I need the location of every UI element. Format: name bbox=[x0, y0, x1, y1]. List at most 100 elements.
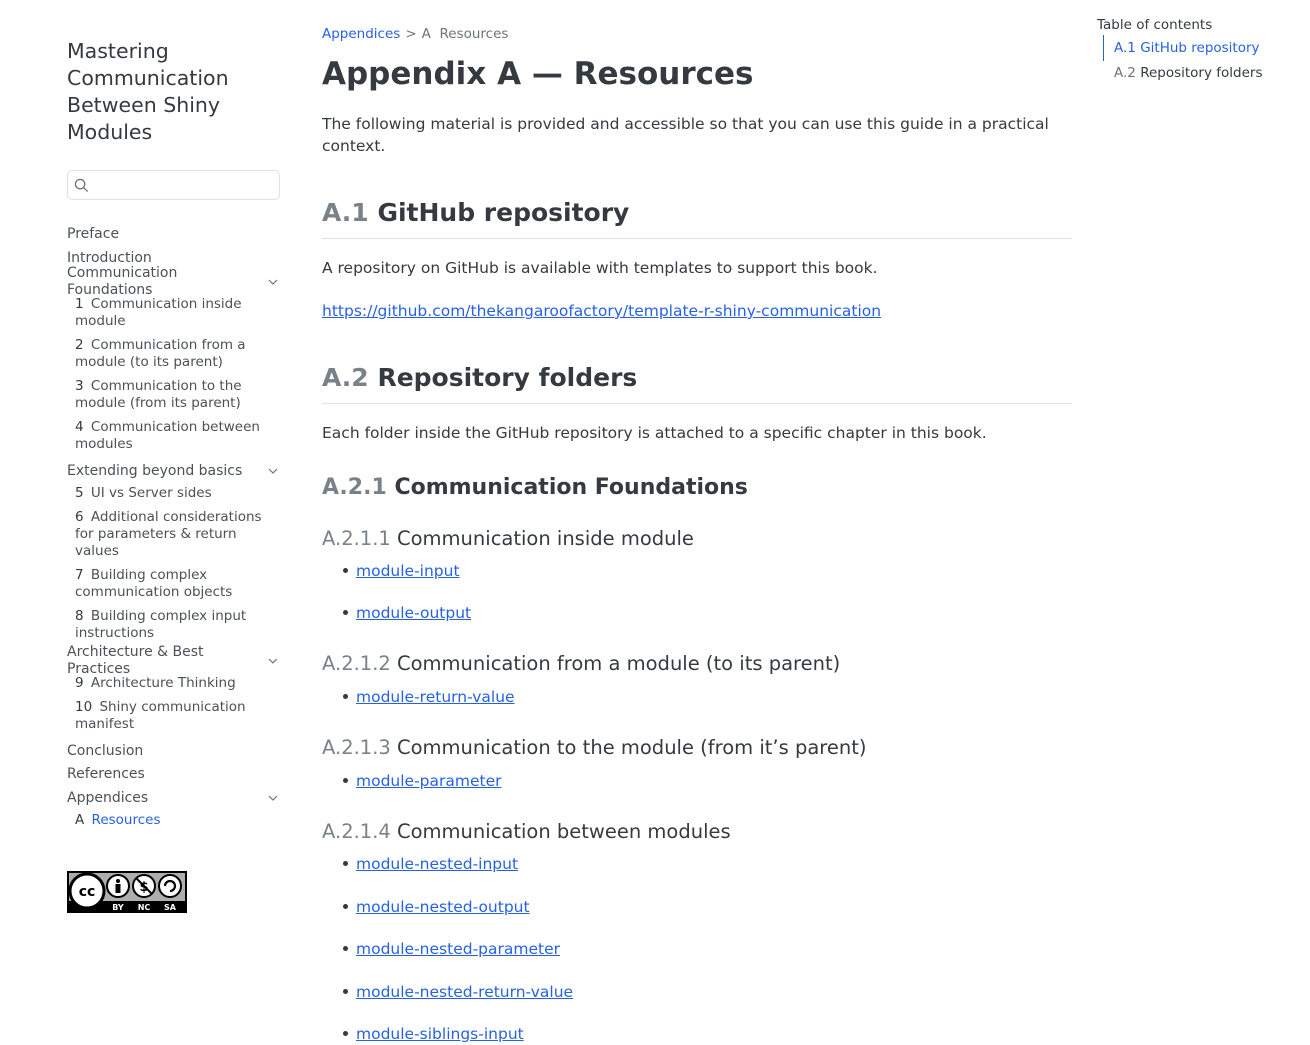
chevron-down-icon[interactable] bbox=[267, 792, 279, 804]
folder-link-module-siblings-input[interactable]: module-siblings-input bbox=[356, 1025, 524, 1043]
chapter-list: 1 Communication inside module 2 Communic… bbox=[67, 296, 281, 453]
cc-badge-sa-text: SA bbox=[164, 903, 177, 912]
chapter-number: 6 bbox=[75, 509, 84, 525]
folder-link-module-output[interactable]: module-output bbox=[356, 604, 471, 622]
bullet-icon bbox=[343, 694, 348, 699]
section-title: Communication Foundations bbox=[394, 475, 748, 500]
cc-badge-by-text: BY bbox=[112, 903, 124, 912]
toc-item-number: A.2 bbox=[1114, 65, 1136, 81]
chapter-number: 8 bbox=[75, 608, 84, 624]
search-icon bbox=[74, 178, 89, 193]
sidebar-chapter-7[interactable]: 7 Building complex communication objects bbox=[75, 567, 281, 601]
sidebar-item-references[interactable]: References bbox=[67, 763, 281, 787]
folder-link-module-return-value[interactable]: module-return-value bbox=[356, 688, 515, 706]
sidebar-part-appendices[interactable]: Appendices bbox=[67, 787, 281, 811]
chevron-down-icon[interactable] bbox=[267, 465, 279, 477]
folder-link-module-input[interactable]: module-input bbox=[356, 562, 460, 580]
sidebar-part-communication-foundations[interactable]: Communication Foundations bbox=[67, 265, 281, 298]
folder-link-module-nested-output[interactable]: module-nested-output bbox=[356, 898, 530, 916]
folder-link-list: module-nested-input module-nested-output… bbox=[322, 853, 1072, 1045]
toc-list: A.1 GitHub repository A.2 Repository fol… bbox=[1103, 35, 1287, 82]
list-item: module-parameter bbox=[342, 770, 1072, 792]
chapter-list: 9 Architecture Thinking 10 Shiny communi… bbox=[67, 675, 281, 733]
section-number: A.2.1.4 bbox=[322, 820, 391, 843]
sidebar-chapter-5[interactable]: 5 UI vs Server sides bbox=[75, 485, 281, 502]
folder-link-module-nested-input[interactable]: module-nested-input bbox=[356, 855, 518, 873]
sidebar-chapter-8[interactable]: 8 Building complex input instructions bbox=[75, 608, 281, 642]
sidebar-chapter-6[interactable]: 6 Additional considerations for paramete… bbox=[75, 509, 281, 560]
sidebar-item-label: Architecture & Best Practices bbox=[67, 643, 204, 677]
section-title: Communication inside module bbox=[397, 527, 694, 550]
chapter-label: Communication inside module bbox=[75, 295, 242, 329]
chapter-number: A bbox=[75, 812, 85, 828]
sidebar-chapter-10[interactable]: 10 Shiny communication manifest bbox=[75, 699, 281, 733]
intro-paragraph: The following material is provided and a… bbox=[322, 115, 1049, 155]
chapter-label: Shiny communication manifest bbox=[75, 698, 246, 732]
book-title[interactable]: Mastering Communication Between Shiny Mo… bbox=[67, 38, 281, 146]
github-repo-link[interactable]: https://github.com/thekangaroofactory/te… bbox=[322, 302, 881, 320]
bullet-icon bbox=[343, 988, 348, 994]
bullet-icon bbox=[343, 1031, 348, 1036]
folder-link-list: module-return-value bbox=[322, 686, 1072, 708]
list-item: module-nested-input bbox=[342, 853, 1072, 875]
sidebar-chapter-1[interactable]: 1 Communication inside module bbox=[75, 296, 281, 330]
sidebar-item-label: Extending beyond basics bbox=[67, 462, 243, 479]
sidebar-part-architecture[interactable]: Architecture & Best Practices bbox=[67, 644, 281, 677]
sidebar: Mastering Communication Between Shiny Mo… bbox=[67, 38, 281, 836]
folder-link-module-parameter[interactable]: module-parameter bbox=[356, 772, 502, 790]
folders-paragraph: Each folder inside the GitHub repository… bbox=[322, 424, 987, 442]
cc-badge-cc-text: cc bbox=[79, 884, 96, 900]
cc-badge-nc-text: NC bbox=[138, 903, 151, 912]
folder-link-module-nested-return-value[interactable]: module-nested-return-value bbox=[356, 983, 573, 1001]
bullet-icon bbox=[343, 778, 348, 783]
page-title: Appendix A — Resources bbox=[322, 56, 754, 92]
chapter-number: 5 bbox=[75, 485, 84, 501]
section-number: A.2.1 bbox=[322, 475, 387, 500]
subsubsection-heading-between-modules: A.2.1.4 Communication between modules bbox=[322, 819, 1072, 845]
breadcrumb-link-appendices[interactable]: Appendices bbox=[322, 26, 400, 42]
cc-license-badge[interactable]: cc $ BY NC SA bbox=[67, 871, 187, 913]
subsubsection-heading-from-module: A.2.1.2 Communication from a module (to … bbox=[322, 651, 1072, 677]
list-item: module-return-value bbox=[342, 686, 1072, 708]
chapter-number: 10 bbox=[75, 698, 93, 715]
folder-link-list: module-input module-output bbox=[322, 560, 1072, 624]
chapter-number: 9 bbox=[75, 674, 84, 691]
table-of-contents: Table of contents A.1 GitHub repository … bbox=[1097, 16, 1287, 89]
chapter-label: Architecture Thinking bbox=[90, 674, 236, 691]
toc-item-repository-folders[interactable]: A.2 Repository folders bbox=[1114, 64, 1287, 82]
chevron-down-icon[interactable] bbox=[267, 655, 279, 667]
folder-link-module-nested-parameter[interactable]: module-nested-parameter bbox=[356, 940, 560, 958]
chapter-number: 2 bbox=[75, 336, 84, 353]
sidebar-chapter-a[interactable]: A Resources bbox=[75, 812, 281, 829]
sidebar-part-extending-beyond-basics[interactable]: Extending beyond basics bbox=[67, 460, 281, 484]
toc-item-github-repository[interactable]: A.1 GitHub repository bbox=[1103, 35, 1287, 61]
toc-title: Table of contents bbox=[1097, 17, 1213, 33]
sidebar-item-preface[interactable]: Preface bbox=[67, 223, 281, 247]
sidebar-chapter-4[interactable]: 4 Communication between modules bbox=[75, 419, 281, 453]
sidebar-item-label: References bbox=[67, 766, 145, 783]
sidebar-chapter-3[interactable]: 3 Communication to the module (from its … bbox=[75, 378, 281, 412]
bullet-icon bbox=[343, 568, 348, 573]
section-title: Repository folders bbox=[377, 363, 638, 392]
sidebar-item-conclusion[interactable]: Conclusion bbox=[67, 740, 281, 764]
section-heading-folders: A.2 Repository folders bbox=[322, 362, 1072, 404]
toc-item-label: Repository folders bbox=[1140, 65, 1263, 81]
chapter-label: Additional considerations for parameters… bbox=[75, 509, 262, 559]
chapter-list: A Resources bbox=[67, 812, 281, 829]
chapter-label: UI vs Server sides bbox=[90, 485, 212, 501]
github-paragraph: A repository on GitHub is available with… bbox=[322, 259, 878, 277]
search-input[interactable] bbox=[67, 170, 280, 200]
chevron-down-icon[interactable] bbox=[267, 276, 279, 288]
section-number: A.1 bbox=[322, 198, 369, 227]
chapter-number: 1 bbox=[75, 295, 84, 312]
section-title: GitHub repository bbox=[377, 198, 630, 227]
toc-item-number: A.1 bbox=[1114, 40, 1136, 56]
chapter-number: 3 bbox=[75, 377, 84, 394]
sidebar-chapter-2[interactable]: 2 Communication from a module (to its pa… bbox=[75, 337, 281, 371]
chapter-list: 5 UI vs Server sides 6 Additional consid… bbox=[67, 485, 281, 642]
subsubsection-heading-to-module: A.2.1.3 Communication to the module (fro… bbox=[322, 735, 1072, 761]
sidebar-item-label: Appendices bbox=[67, 789, 149, 806]
chapter-label: Communication to the module (from its pa… bbox=[75, 377, 242, 411]
chapter-label: Resources bbox=[91, 812, 161, 828]
bullet-icon bbox=[343, 946, 348, 951]
